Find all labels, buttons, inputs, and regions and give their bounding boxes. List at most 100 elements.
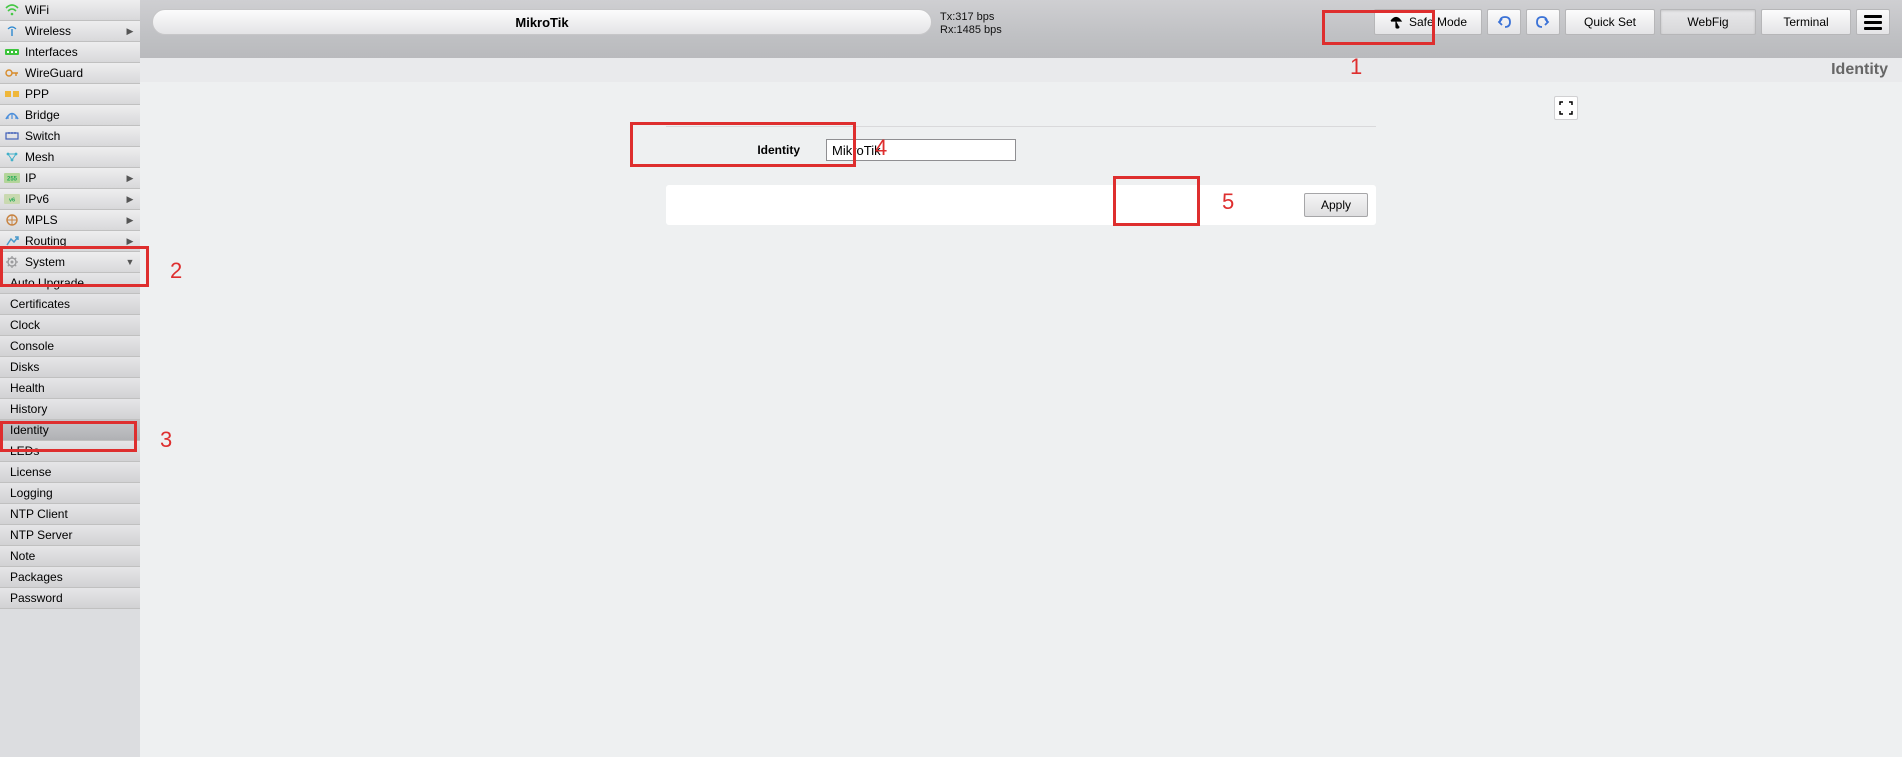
svg-text:255: 255 — [7, 177, 18, 183]
traffic-stats: Tx:317 bps Rx:1485 bps — [940, 9, 1002, 37]
sidebar-item-ip[interactable]: 255 IP ▶ — [0, 168, 140, 189]
breadcrumb-row: Identity — [140, 58, 1902, 82]
umbrella-icon — [1389, 15, 1403, 29]
undo-icon — [1496, 15, 1512, 29]
identity-label: Identity — [666, 143, 826, 157]
sidebar-item-wireless[interactable]: Wireless ▶ — [0, 21, 140, 42]
mesh-icon — [4, 149, 20, 165]
sidebar-label: Interfaces — [25, 45, 78, 59]
sidebar-label: WiFi — [25, 3, 49, 17]
sidebar-label: IP — [25, 171, 36, 185]
sidebar-item-bridge[interactable]: Bridge — [0, 105, 140, 126]
sidebar-sub-password[interactable]: Password — [0, 588, 140, 609]
sidebar-sub-ntp-client[interactable]: NTP Client — [0, 504, 140, 525]
sidebar-item-mpls[interactable]: MPLS ▶ — [0, 210, 140, 231]
sidebar-sub-disks[interactable]: Disks — [0, 357, 140, 378]
sidebar-sub-ntp-server[interactable]: NTP Server — [0, 525, 140, 546]
sidebar-item-routing[interactable]: Routing ▶ — [0, 231, 140, 252]
sidebar-sub-leds[interactable]: LEDs — [0, 441, 140, 462]
sidebar-sub-label: Note — [10, 549, 35, 563]
sidebar-item-switch[interactable]: Switch — [0, 126, 140, 147]
identity-input[interactable] — [826, 139, 1016, 161]
content: Identity Apply — [140, 82, 1902, 757]
sidebar-label: PPP — [25, 87, 49, 101]
sidebar-sub-label: LEDs — [10, 444, 39, 458]
rx-stat: Rx:1485 bps — [940, 24, 1002, 37]
bridge-icon — [4, 107, 20, 123]
gear-icon — [4, 254, 20, 270]
apply-row: Apply — [666, 185, 1376, 225]
sidebar-item-interfaces[interactable]: Interfaces — [0, 42, 140, 63]
sidebar-item-mesh[interactable]: Mesh — [0, 147, 140, 168]
sidebar-sub-auto-upgrade[interactable]: Auto Upgrade — [0, 273, 140, 294]
sidebar-sub-history[interactable]: History — [0, 399, 140, 420]
sidebar-label: MPLS — [25, 213, 58, 227]
sidebar-label: Switch — [25, 129, 60, 143]
identity-form-row: Identity — [666, 126, 1376, 173]
sidebar-sub-label: Logging — [10, 486, 53, 500]
sidebar-sub-label: Identity — [10, 423, 49, 437]
sidebar-label: Wireless — [25, 24, 71, 38]
sidebar-sub-clock[interactable]: Clock — [0, 315, 140, 336]
sidebar-label: IPv6 — [25, 192, 49, 206]
ip-icon: 255 — [4, 170, 20, 186]
chevron-right-icon: ▶ — [126, 195, 134, 203]
topbar: MikroTik Tx:317 bps Rx:1485 bps Safe Mod… — [140, 0, 1902, 58]
sidebar-sub-console[interactable]: Console — [0, 336, 140, 357]
sidebar-sub-label: NTP Server — [10, 528, 72, 542]
key-icon — [4, 65, 20, 81]
quick-set-button[interactable]: Quick Set — [1565, 9, 1655, 35]
sidebar-label: System — [25, 255, 65, 269]
redo-icon — [1535, 15, 1551, 29]
switch-icon — [4, 128, 20, 144]
sidebar-item-ipv6[interactable]: v6 IPv6 ▶ — [0, 189, 140, 210]
apply-button[interactable]: Apply — [1304, 193, 1368, 217]
sidebar-sub-certificates[interactable]: Certificates — [0, 294, 140, 315]
sidebar-sub-label: License — [10, 465, 51, 479]
sidebar-sub-license[interactable]: License — [0, 462, 140, 483]
sidebar-sub-packages[interactable]: Packages — [0, 567, 140, 588]
sidebar-sub-label: Health — [10, 381, 45, 395]
terminal-button[interactable]: Terminal — [1761, 9, 1851, 35]
breadcrumb: Identity — [1831, 61, 1888, 79]
main: MikroTik Tx:317 bps Rx:1485 bps Safe Mod… — [140, 0, 1902, 757]
webfig-button[interactable]: WebFig — [1660, 9, 1756, 35]
redo-button[interactable] — [1526, 9, 1560, 35]
undo-button[interactable] — [1487, 9, 1521, 35]
sidebar-item-system[interactable]: System ▼ — [0, 252, 140, 273]
sidebar-sub-logging[interactable]: Logging — [0, 483, 140, 504]
sidebar-sub-identity[interactable]: Identity — [0, 420, 140, 441]
sidebar-sub-label: Password — [10, 591, 63, 605]
sidebar-sub-label: Auto Upgrade — [10, 276, 84, 290]
ppp-icon — [4, 86, 20, 102]
menu-button[interactable] — [1856, 9, 1890, 35]
sidebar-sub-label: Disks — [10, 360, 39, 374]
sidebar-sub-label: NTP Client — [10, 507, 68, 521]
ports-icon — [4, 44, 20, 60]
sidebar-sub-note[interactable]: Note — [0, 546, 140, 567]
sidebar-sub-health[interactable]: Health — [0, 378, 140, 399]
apply-label: Apply — [1321, 198, 1351, 212]
sidebar-sub-label: Packages — [10, 570, 63, 584]
sidebar: WiFi Wireless ▶ Interfaces WireGuard PPP… — [0, 0, 140, 757]
quick-set-label: Quick Set — [1584, 15, 1636, 29]
routing-icon — [4, 233, 20, 249]
page-title: MikroTik — [515, 15, 568, 30]
chevron-right-icon: ▶ — [126, 174, 134, 182]
sidebar-item-ppp[interactable]: PPP — [0, 84, 140, 105]
safe-mode-button[interactable]: Safe Mode — [1374, 9, 1482, 35]
sidebar-label: Routing — [25, 234, 66, 248]
sidebar-label: Bridge — [25, 108, 60, 122]
tx-stat: Tx:317 bps — [940, 11, 1002, 24]
fullscreen-button[interactable] — [1554, 96, 1578, 120]
sidebar-item-wireguard[interactable]: WireGuard — [0, 63, 140, 84]
hamburger-icon — [1864, 15, 1882, 18]
sidebar-item-wifi[interactable]: WiFi — [0, 0, 140, 21]
antenna-icon — [4, 23, 20, 39]
titlebar: MikroTik — [152, 9, 932, 35]
webfig-label: WebFig — [1687, 15, 1728, 29]
sidebar-sub-label: History — [10, 402, 47, 416]
fullscreen-icon — [1559, 101, 1573, 115]
terminal-label: Terminal — [1783, 15, 1828, 29]
mpls-icon — [4, 212, 20, 228]
